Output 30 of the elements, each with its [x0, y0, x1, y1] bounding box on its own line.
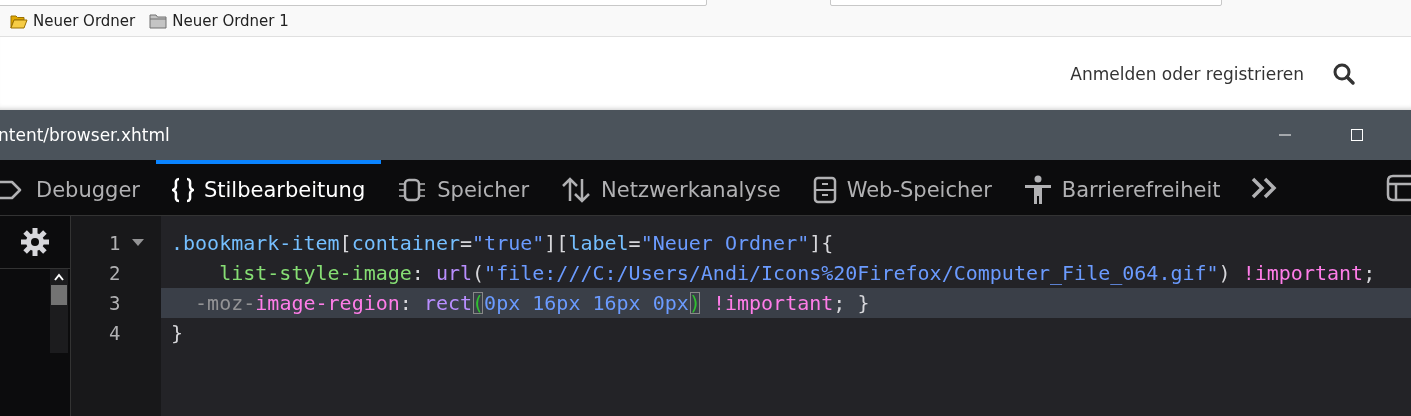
line-number: 1	[109, 232, 121, 254]
devtools-tab[interactable]: Barrierefreiheit	[1007, 160, 1237, 215]
cabinet-icon	[812, 175, 837, 204]
devtools-tab[interactable]: Web-Speicher	[796, 160, 1008, 215]
scroll-thumb[interactable]	[51, 285, 67, 305]
code-line: .bookmark-item[container="true"][label="Neuer Ordner"]{	[170, 230, 835, 257]
devtools-tab[interactable]: Debugger	[0, 160, 156, 215]
bookmark-folder[interactable]: Neuer Ordner 1	[149, 6, 289, 30]
code-line: }	[170, 320, 185, 347]
layout-icon[interactable]	[1385, 173, 1411, 202]
window-title: ntent/browser.xhtml	[0, 125, 170, 145]
chip-icon	[397, 177, 428, 202]
chevrons-icon[interactable]	[1250, 176, 1279, 199]
person-icon	[1023, 174, 1052, 205]
devtools-tab[interactable]: Speicher	[381, 160, 546, 215]
fold-arrow-icon[interactable]	[132, 239, 145, 247]
login-link[interactable]: Anmelden oder registrieren	[1070, 63, 1304, 84]
devtools-tab[interactable]: Netzwerkanalyse	[545, 160, 797, 215]
braces-icon	[171, 176, 194, 203]
scroll-up-icon	[54, 273, 64, 281]
settings-icon[interactable]	[20, 227, 50, 257]
line-number: 4	[109, 322, 121, 344]
up-down-arrows-icon	[561, 176, 592, 203]
code-line: list-style-image: url("file:///C:/Users/Andi/Icons%20Firefox/Computer_File_064.gif") !important;	[218, 260, 1377, 287]
line-number: 3	[109, 292, 121, 314]
search-icon[interactable]	[1332, 61, 1356, 86]
scrollbar[interactable]	[50, 269, 68, 353]
bookmark-folder[interactable]: Neuer Ordner	[10, 6, 136, 30]
maximize-icon[interactable]	[1351, 129, 1363, 141]
line-number: 2	[109, 262, 121, 284]
